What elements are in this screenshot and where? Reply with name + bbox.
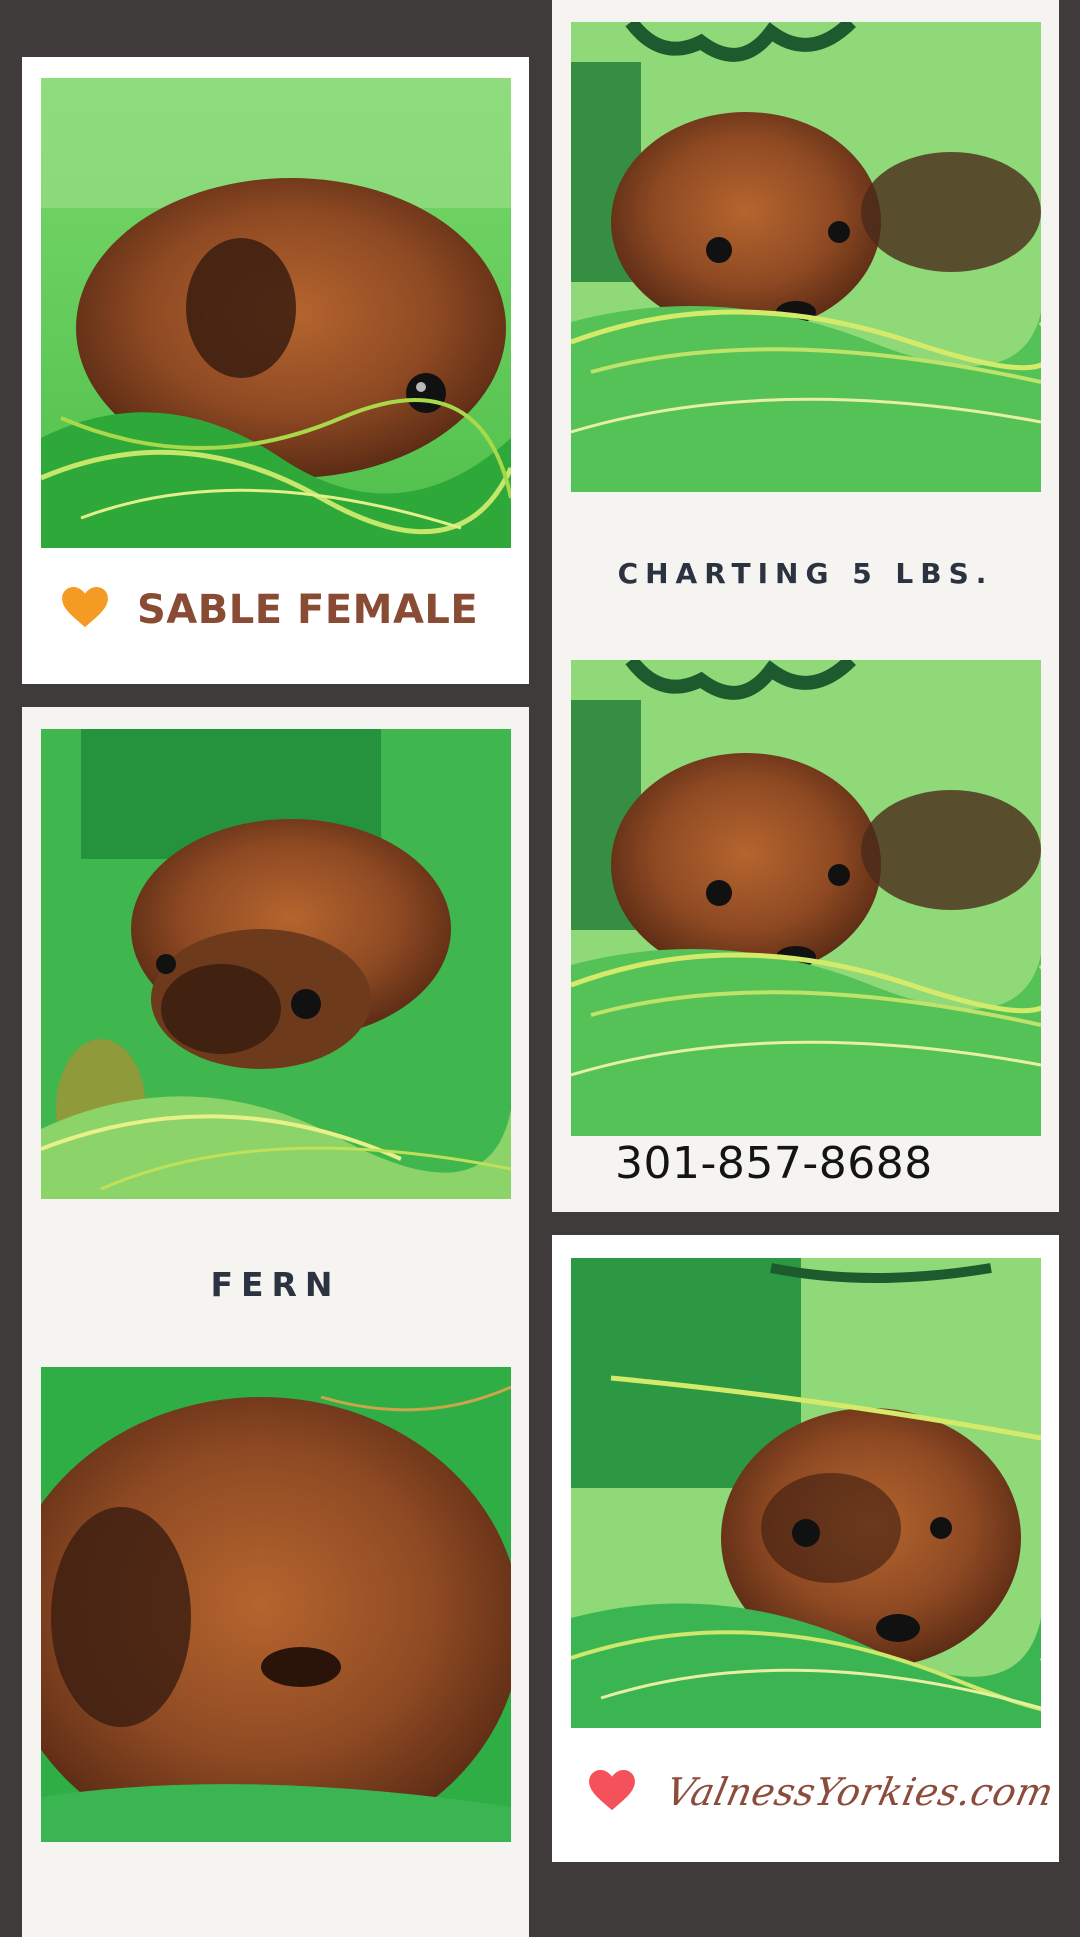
puppy-photo-1 [41,78,511,548]
puppy-name: FERN [210,1265,341,1304]
card-sable-female: SABLE FEMALE [22,57,529,684]
heart-icon [62,587,108,629]
card-website: ValnessYorkies.com [552,1235,1059,1862]
weight-estimate: CHARTING 5 LBS. [617,557,994,590]
card-charting: CHARTING 5 LBS. 301-857-8688 [552,0,1059,1212]
puppy-photo-2 [41,729,511,1199]
card-title: SABLE FEMALE [137,587,479,633]
website-link[interactable]: ValnessYorkies.com [662,1770,1057,1814]
heart-icon [589,1770,635,1812]
puppy-photo-6 [571,1258,1041,1728]
puppy-photo-3 [41,1367,511,1842]
puppy-photo-5 [571,660,1041,1136]
puppy-photo-4 [571,22,1041,492]
card-fern: FERN [22,707,529,1937]
phone-number[interactable]: 301-857-8688 [615,1138,933,1189]
